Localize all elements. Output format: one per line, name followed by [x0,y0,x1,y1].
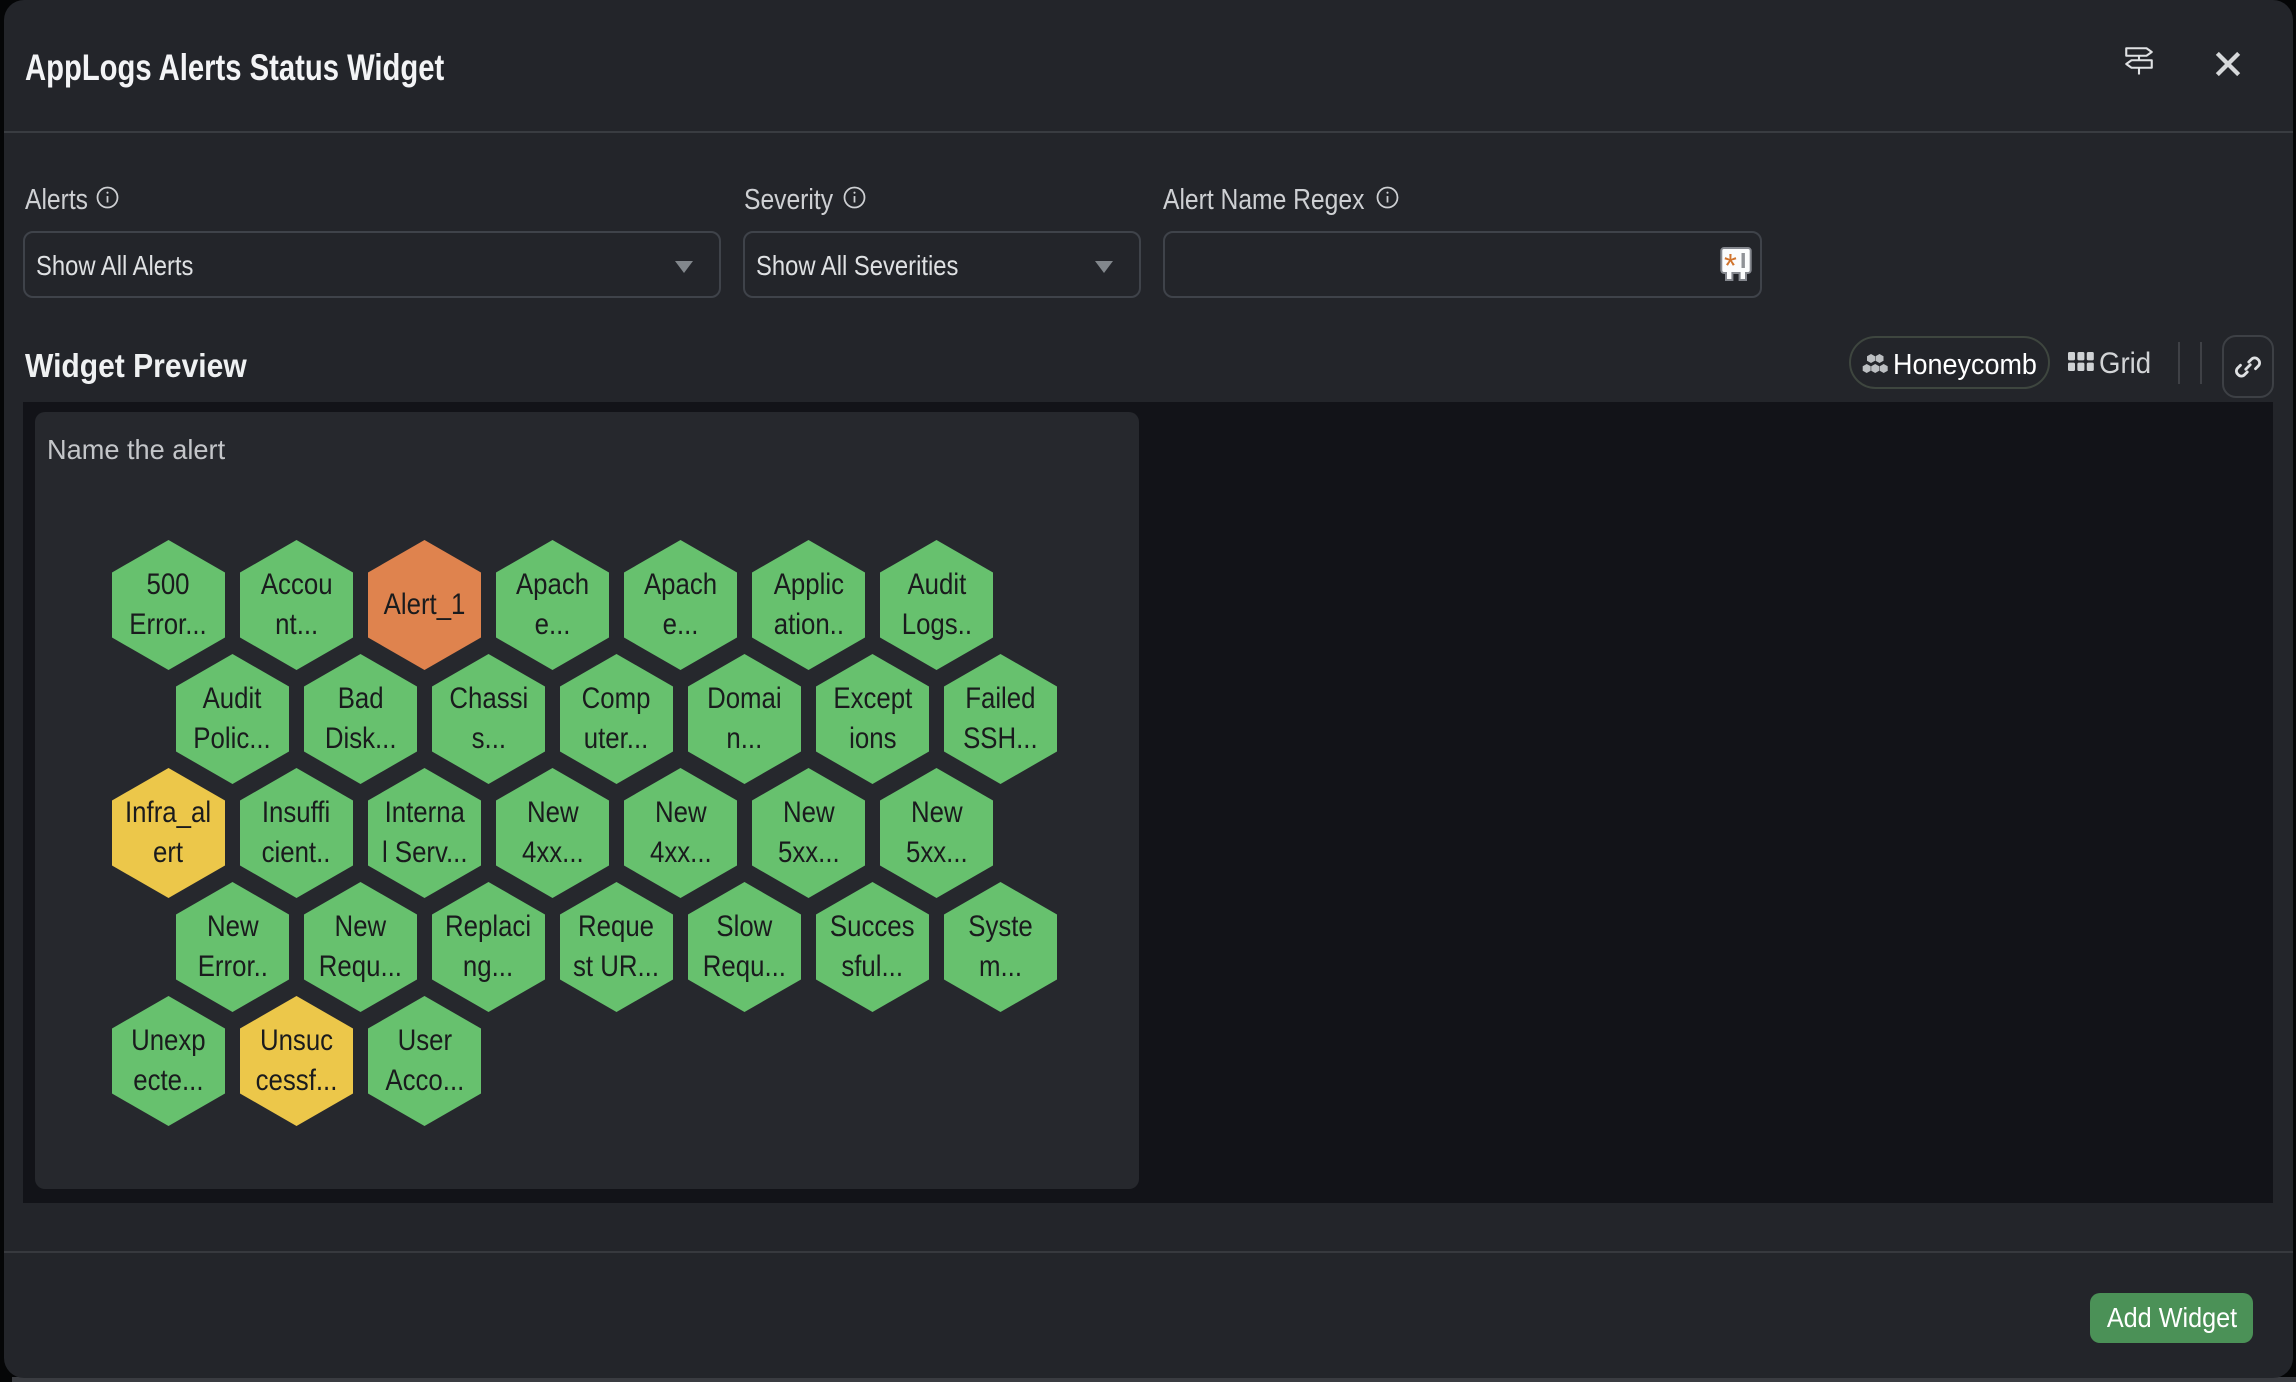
svg-text:*: * [1724,247,1737,281]
